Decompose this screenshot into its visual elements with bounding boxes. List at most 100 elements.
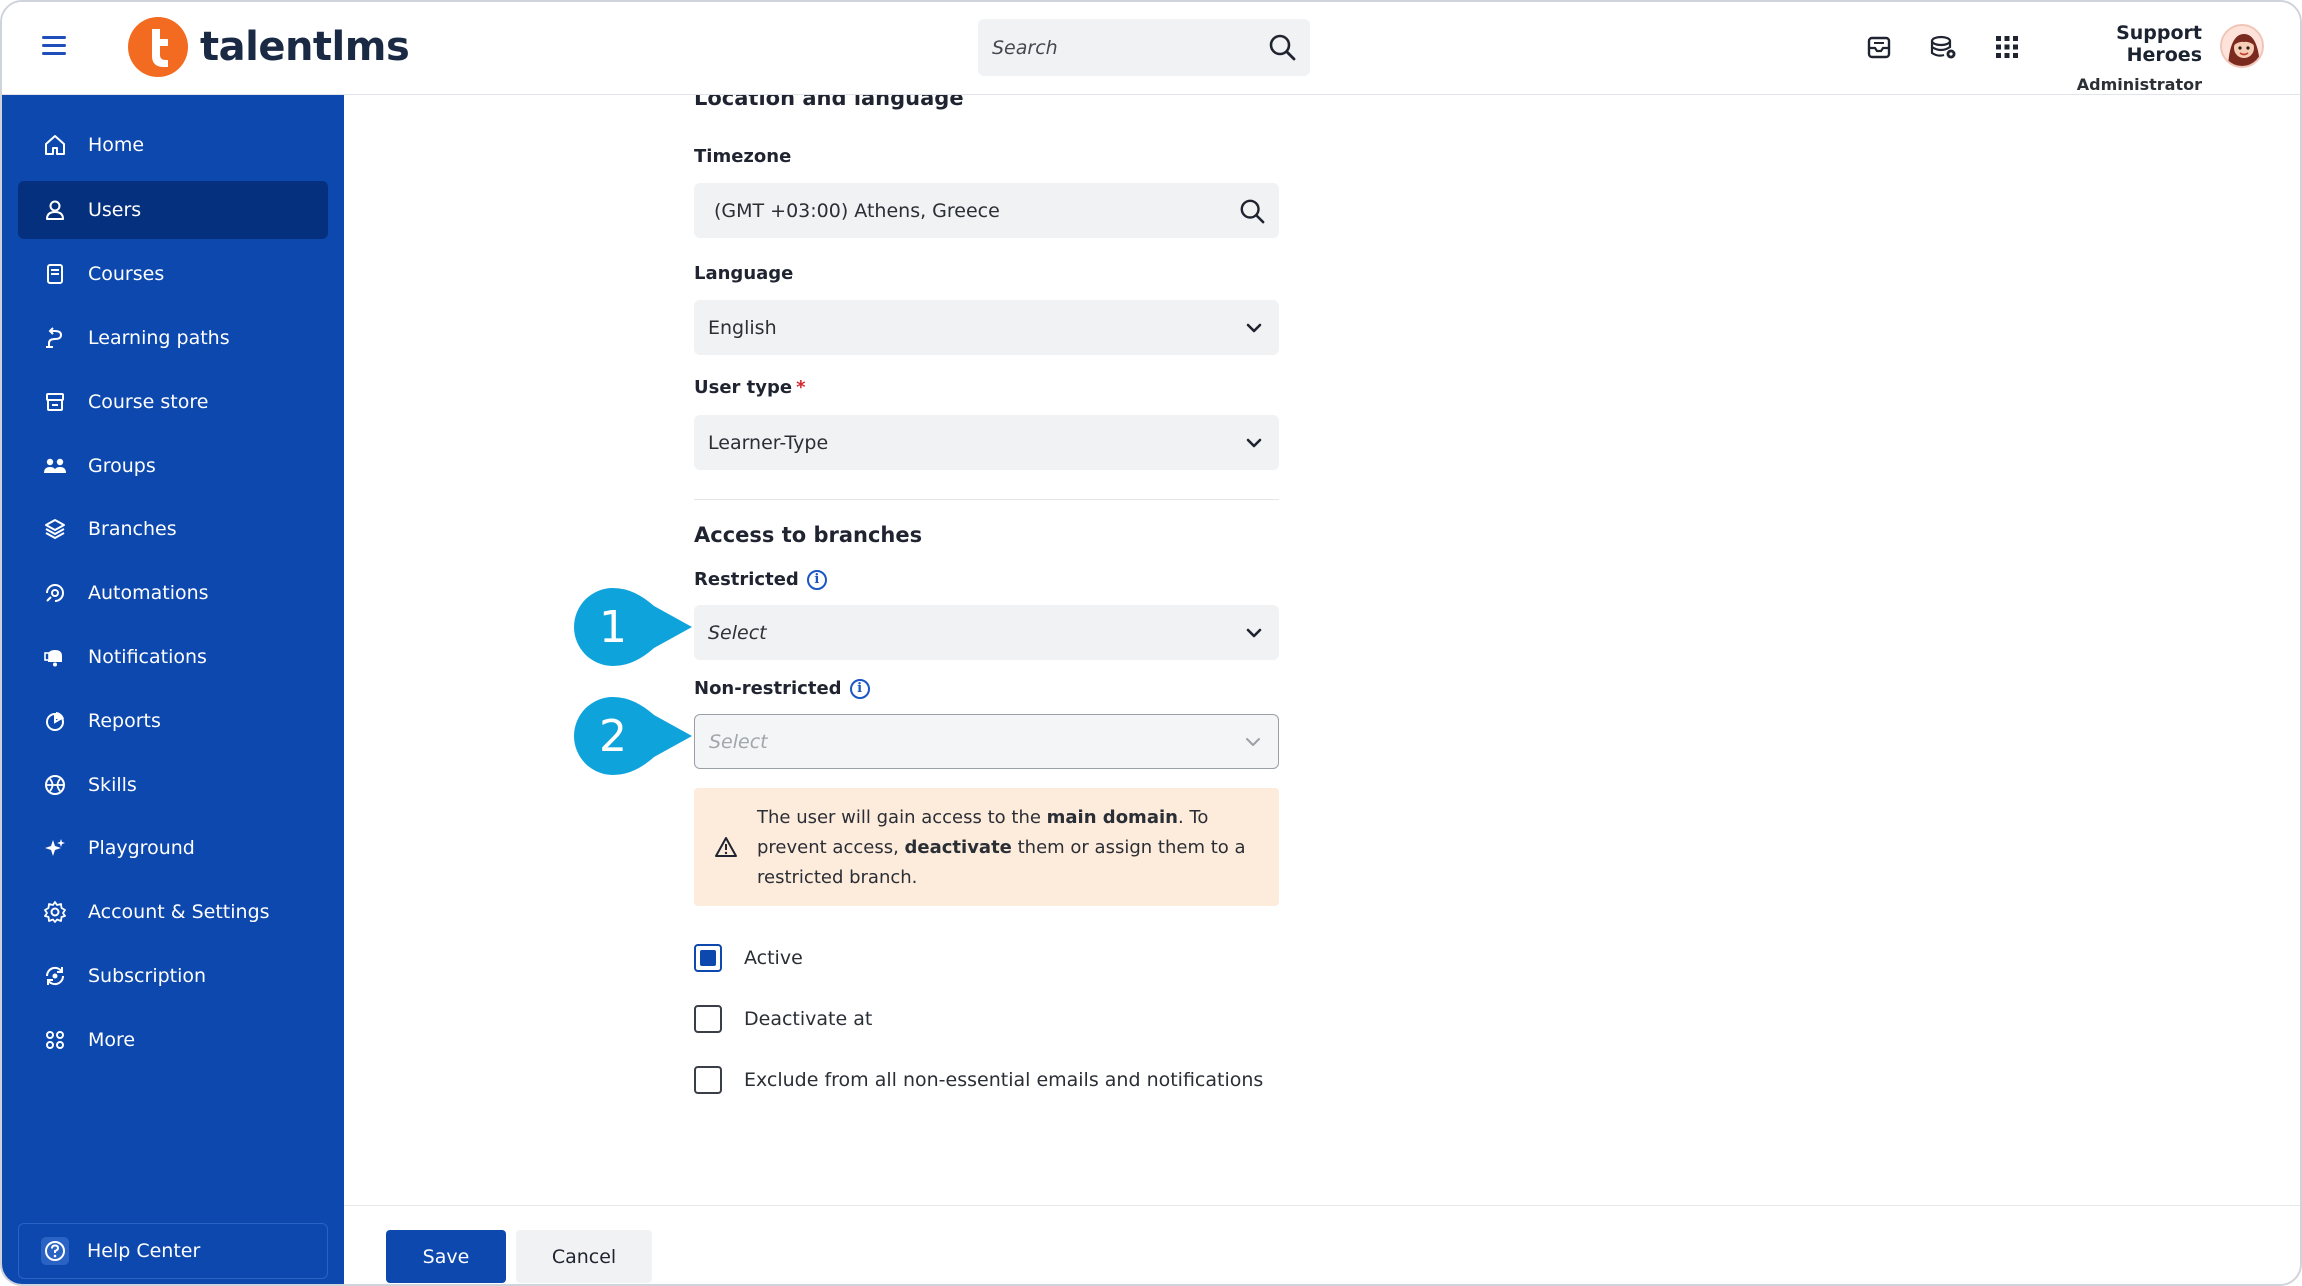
deactivate-at-checkbox[interactable] — [694, 1005, 722, 1033]
sidebar-item-skills[interactable]: Skills — [18, 756, 328, 814]
cancel-button[interactable]: Cancel — [516, 1230, 652, 1283]
help-center-label: Help Center — [87, 1240, 201, 1262]
active-checkbox-row[interactable]: Active — [694, 944, 803, 972]
restricted-select[interactable]: Select — [694, 605, 1279, 660]
sidebar-item-automations[interactable]: Automations — [18, 564, 328, 622]
skills-icon — [42, 772, 68, 798]
callout-number: 1 — [599, 601, 627, 653]
checkbox-label: Active — [744, 947, 803, 969]
warning-banner: The user will gain access to the main do… — [694, 788, 1279, 906]
warning-icon — [714, 836, 738, 862]
user-type-select[interactable]: Learner-Type — [694, 415, 1279, 470]
non-restricted-value: Select — [709, 730, 768, 753]
sidebar-item-branches[interactable]: Branches — [18, 500, 328, 558]
language-select[interactable]: English — [694, 300, 1279, 355]
sidebar-item-label: Notifications — [88, 646, 207, 668]
info-icon[interactable]: i — [806, 569, 827, 590]
non-restricted-label-text: Non-restricted — [694, 678, 842, 699]
sidebar-item-label: Playground — [88, 837, 195, 859]
save-button[interactable]: Save — [386, 1230, 506, 1283]
user-type-label-text: User type — [694, 377, 793, 398]
form-footer: Save Cancel — [344, 1205, 2300, 1284]
sidebar-item-reports[interactable]: Reports — [18, 692, 328, 750]
user-type-value: Learner-Type — [708, 431, 829, 454]
apps-grid-icon[interactable] — [1992, 32, 2022, 62]
restricted-label: Restricted i — [694, 569, 827, 590]
timezone-label: Timezone — [694, 146, 791, 167]
more-icon — [42, 1027, 68, 1053]
non-restricted-label: Non-restricted i — [694, 678, 870, 699]
section-access-branches: Access to branches — [694, 523, 923, 547]
sidebar-item-home[interactable]: Home — [18, 116, 328, 174]
sidebar-item-label: Courses — [88, 263, 165, 285]
language-value: English — [708, 316, 777, 339]
user-type-label: User type * — [694, 377, 806, 398]
warning-text-bold: main domain — [1046, 807, 1178, 828]
sidebar-item-courses[interactable]: Courses — [18, 245, 328, 303]
menu-icon[interactable] — [42, 36, 66, 56]
deactivate-at-checkbox-row[interactable]: Deactivate at — [694, 1005, 872, 1033]
sidebar: Home Users Courses Learning paths Course… — [2, 95, 344, 1284]
callout-2: 2 — [574, 697, 692, 775]
exclude-emails-checkbox[interactable] — [694, 1066, 722, 1094]
avatar[interactable] — [2220, 24, 2264, 68]
search-icon[interactable] — [1268, 33, 1296, 65]
non-restricted-select[interactable]: Select — [694, 714, 1279, 769]
chevron-down-icon — [1243, 432, 1265, 454]
home-icon — [42, 132, 68, 158]
sidebar-item-subscription[interactable]: Subscription — [18, 947, 328, 1005]
sidebar-item-label: Account & Settings — [88, 901, 270, 923]
chevron-down-icon — [1242, 731, 1264, 753]
sidebar-item-course-store[interactable]: Course store — [18, 373, 328, 431]
timezone-label-text: Timezone — [694, 146, 792, 167]
talentlms-logo-icon — [128, 17, 188, 77]
required-marker: * — [796, 377, 806, 398]
sidebar-item-label: Branches — [88, 518, 177, 540]
timezone-value: (GMT +03:00) Athens, Greece — [714, 199, 1000, 222]
info-icon[interactable]: i — [849, 678, 870, 699]
chevron-down-icon — [1243, 622, 1265, 644]
store-icon — [42, 389, 68, 415]
logo[interactable]: talentlms — [128, 17, 410, 77]
search-icon[interactable] — [1239, 198, 1265, 224]
help-center-button[interactable]: Help Center — [18, 1223, 328, 1279]
search-box[interactable] — [978, 19, 1310, 76]
callout-1: 1 — [574, 588, 692, 666]
logo-text: talentlms — [200, 24, 410, 70]
main-content: Location and language Timezone (GMT +03:… — [344, 95, 2300, 1205]
restricted-label-text: Restricted — [694, 569, 799, 590]
sidebar-item-label: Groups — [88, 455, 156, 477]
sidebar-item-label: Course store — [88, 391, 209, 413]
sidebar-item-groups[interactable]: Groups — [18, 437, 328, 495]
checkbox-label: Exclude from all non-essential emails an… — [744, 1069, 1264, 1091]
divider — [694, 499, 1279, 500]
user-name: Support Heroes — [2116, 22, 2202, 66]
active-checkbox[interactable] — [694, 944, 722, 972]
subscription-icon — [42, 963, 68, 989]
sidebar-item-notifications[interactable]: Notifications — [18, 628, 328, 686]
sidebar-item-label: More — [88, 1029, 136, 1051]
timezone-field[interactable]: (GMT +03:00) Athens, Greece — [694, 183, 1279, 238]
search-input[interactable] — [992, 19, 1252, 76]
sidebar-item-more[interactable]: More — [18, 1011, 328, 1069]
groups-icon — [42, 453, 68, 479]
coins-settings-icon[interactable] — [1928, 32, 1958, 62]
checkbox-label: Deactivate at — [744, 1008, 873, 1030]
section-location-language: Location and language — [694, 95, 964, 110]
sidebar-item-playground[interactable]: Playground — [18, 819, 328, 877]
sidebar-item-learning-paths[interactable]: Learning paths — [18, 309, 328, 367]
sidebar-item-account-settings[interactable]: Account & Settings — [18, 883, 328, 941]
chevron-down-icon — [1243, 317, 1265, 339]
sidebar-item-label: Skills — [88, 774, 137, 796]
learning-paths-icon — [42, 325, 68, 351]
branches-icon — [42, 516, 68, 542]
notifications-icon — [42, 644, 68, 670]
exclude-emails-checkbox-row[interactable]: Exclude from all non-essential emails an… — [694, 1066, 1263, 1094]
user-icon — [42, 197, 68, 223]
sidebar-item-users[interactable]: Users — [18, 181, 328, 239]
app-window: talentlms Support Heroes Administrator — [0, 0, 2302, 1286]
user-menu[interactable]: Support Heroes Administrator — [2042, 22, 2202, 94]
reports-icon — [42, 708, 68, 734]
playground-icon — [42, 835, 68, 861]
messages-icon[interactable] — [1864, 32, 1894, 62]
